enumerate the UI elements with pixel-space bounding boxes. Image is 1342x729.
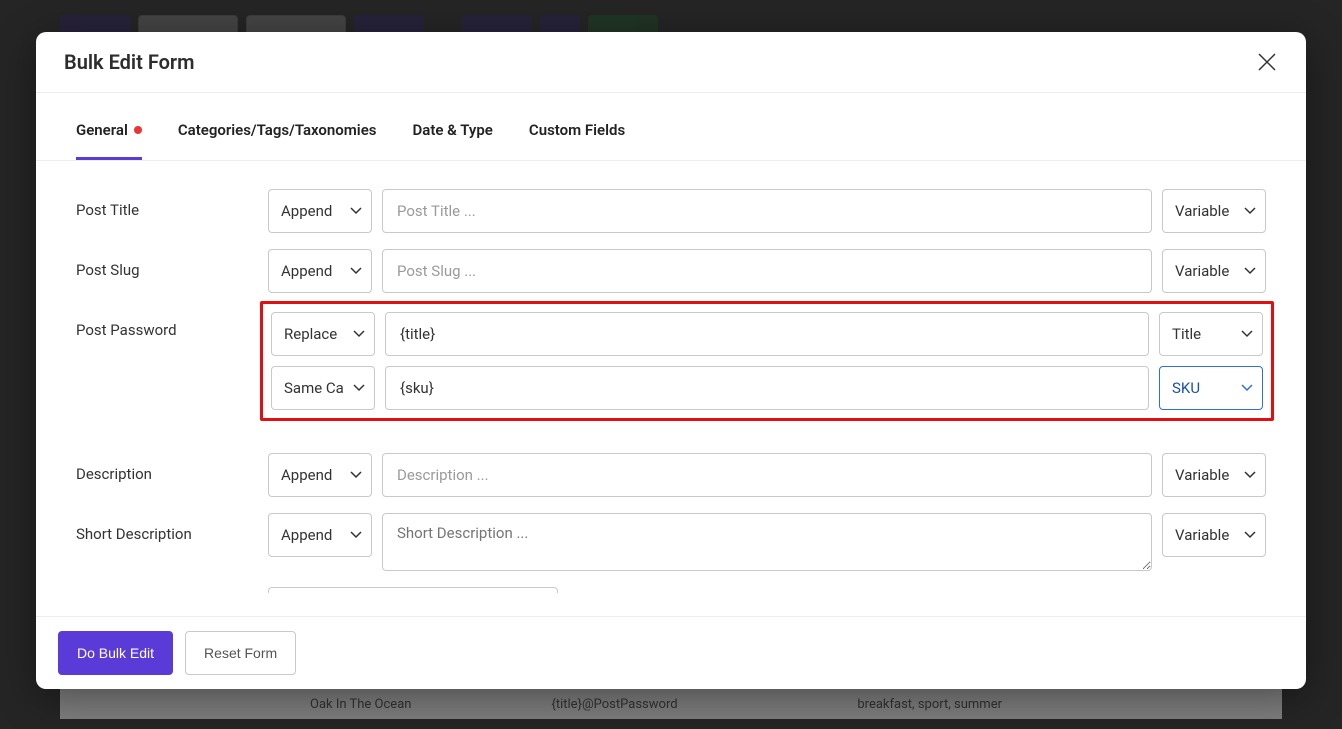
tab-custom-fields[interactable]: Custom Fields xyxy=(529,121,625,160)
row-short-description: Short Description Append Variable xyxy=(76,513,1266,571)
bulk-edit-modal: Bulk Edit Form General Categories/Tags/T… xyxy=(36,32,1306,689)
modal-footer: Do Bulk Edit Reset Form xyxy=(36,616,1306,689)
tab-categories[interactable]: Categories/Tags/Taxonomies xyxy=(178,121,377,160)
post-password-replace-input[interactable] xyxy=(385,366,1149,410)
row-partial xyxy=(76,587,1266,599)
description-mode-select[interactable]: Append xyxy=(268,453,372,497)
tab-label: General xyxy=(76,121,128,139)
modal-header: Bulk Edit Form xyxy=(36,32,1306,93)
short-description-mode-select[interactable]: Append xyxy=(268,513,372,557)
short-description-variable-select[interactable]: Variable xyxy=(1162,513,1266,557)
reset-form-button[interactable]: Reset Form xyxy=(185,631,296,675)
tab-label: Categories/Tags/Taxonomies xyxy=(178,121,377,139)
tab-label: Date & Type xyxy=(413,121,493,139)
do-bulk-edit-button[interactable]: Do Bulk Edit xyxy=(58,631,173,675)
field-label: Description xyxy=(76,453,256,483)
form-rows: Post Title Append Variable xyxy=(36,189,1306,599)
post-slug-mode-select[interactable]: Append xyxy=(268,249,372,293)
field-label: Post Slug xyxy=(76,249,256,279)
post-password-find-input[interactable] xyxy=(385,312,1149,356)
modal-body: General Categories/Tags/Taxonomies Date … xyxy=(36,93,1306,616)
description-variable-select[interactable]: Variable xyxy=(1162,453,1266,497)
modal-title: Bulk Edit Form xyxy=(64,50,195,74)
close-icon[interactable] xyxy=(1256,51,1278,73)
row-post-password: Post Password Replace Title xyxy=(76,309,1266,437)
short-description-input[interactable] xyxy=(382,513,1152,571)
field-label: Short Description xyxy=(76,513,256,543)
highlight-box: Replace Title Same Case xyxy=(260,301,1274,421)
tab-date-type[interactable]: Date & Type xyxy=(413,121,493,160)
field-label: Post Title xyxy=(76,189,256,219)
post-title-mode-select[interactable]: Append xyxy=(268,189,372,233)
changed-dot-icon xyxy=(134,126,142,134)
post-password-mode-select[interactable]: Replace xyxy=(271,312,375,356)
tab-general[interactable]: General xyxy=(76,121,142,160)
row-post-title: Post Title Append Variable xyxy=(76,189,1266,233)
post-password-variable-select-1[interactable]: Title xyxy=(1159,312,1263,356)
post-password-variable-select-2[interactable]: SKU xyxy=(1159,366,1263,410)
row-description: Description Append Variable xyxy=(76,453,1266,497)
tab-bar: General Categories/Tags/Taxonomies Date … xyxy=(36,93,1306,161)
post-slug-input[interactable] xyxy=(382,249,1152,293)
field-label xyxy=(76,587,256,599)
partial-control xyxy=(268,587,558,593)
post-slug-variable-select[interactable]: Variable xyxy=(1162,249,1266,293)
tab-label: Custom Fields xyxy=(529,121,625,139)
field-label: Post Password xyxy=(76,309,256,339)
description-input[interactable] xyxy=(382,453,1152,497)
post-title-variable-select[interactable]: Variable xyxy=(1162,189,1266,233)
row-post-slug: Post Slug Append Variable xyxy=(76,249,1266,293)
post-password-case-select[interactable]: Same Case xyxy=(271,366,375,410)
post-title-input[interactable] xyxy=(382,189,1152,233)
